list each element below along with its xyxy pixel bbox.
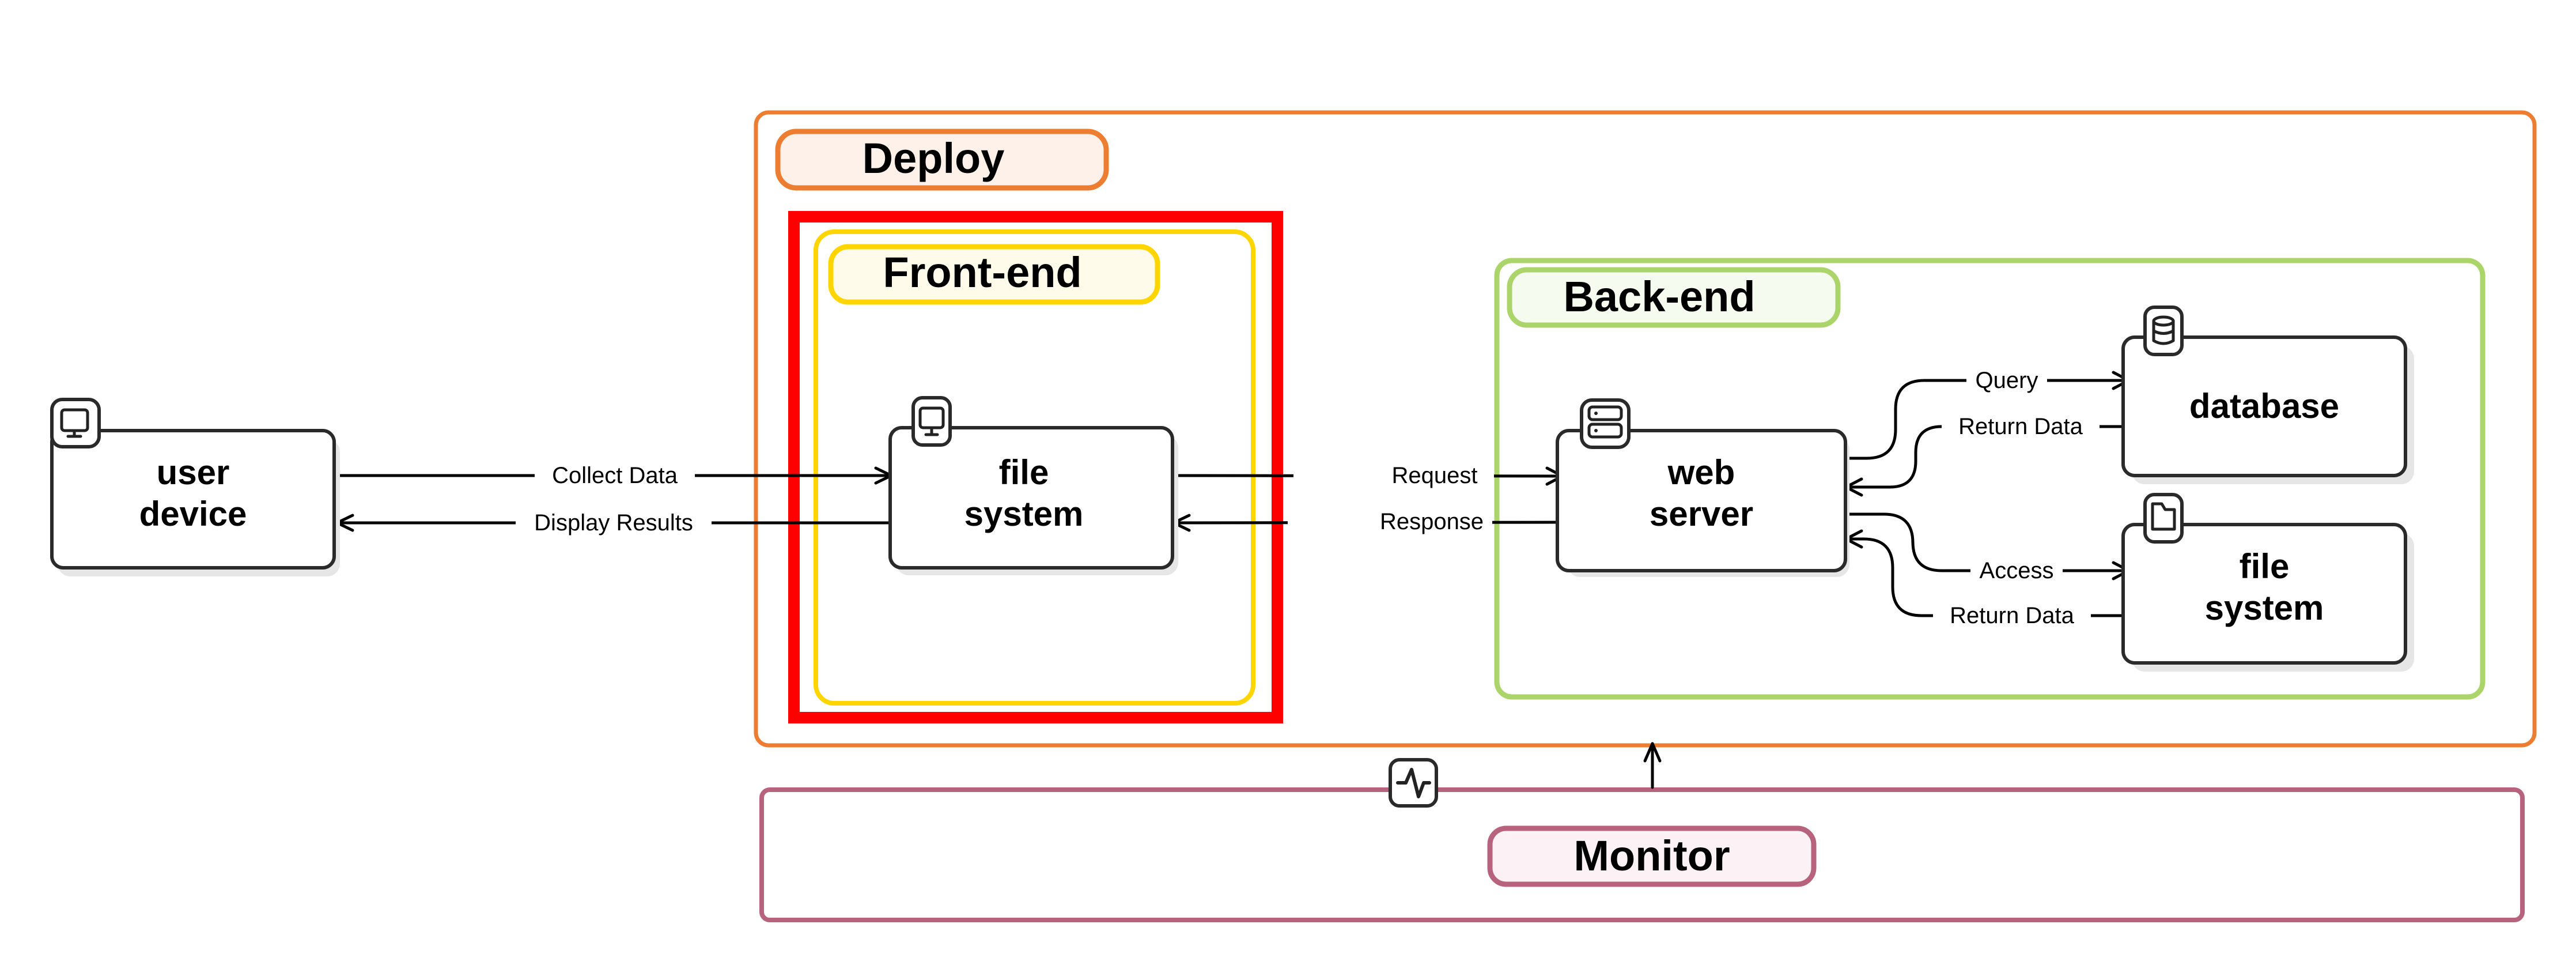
edge-monitor-to-deploy[interactable] <box>1643 742 1662 789</box>
edge-label-collect-data: Collect Data <box>552 463 678 488</box>
monitor-title: Monitor <box>1573 832 1730 880</box>
edge-display-results[interactable]: Display Results <box>335 508 892 536</box>
edge-label-response: Response <box>1380 509 1484 534</box>
node-user-device-label-2: device <box>139 495 247 533</box>
edge-label-query: Query <box>1976 368 2038 393</box>
architecture-diagram: Monitor Deploy Front-end Back-end Collec… <box>50 110 2537 922</box>
monitor-group[interactable]: Monitor <box>759 758 2525 922</box>
node-web-server-label: web <box>1667 453 1735 492</box>
node-web-server[interactable]: web server <box>1556 398 1849 577</box>
node-backend-file-system-label-2: system <box>2205 589 2324 627</box>
edge-response[interactable]: Response <box>1172 508 1564 538</box>
edge-db-return-data[interactable]: Return Data <box>1844 413 2131 497</box>
backend-title: Back-end <box>1563 273 1755 320</box>
node-database-label: database <box>2189 387 2339 425</box>
monitor-icon <box>911 396 952 447</box>
activity-icon <box>1389 758 1438 808</box>
deploy-title: Deploy <box>863 134 1005 182</box>
folder-icon <box>2143 493 2184 544</box>
edge-label-db-return-data: Return Data <box>1958 414 2083 439</box>
node-backend-file-system[interactable]: file system <box>2121 493 2414 672</box>
node-database[interactable]: database <box>2121 306 2414 484</box>
edge-collect-data[interactable]: Collect Data <box>335 461 893 489</box>
edge-label-fs-return-data: Return Data <box>1950 603 2074 628</box>
edge-request[interactable]: Request <box>1172 461 1564 489</box>
edge-label-request: Request <box>1392 463 1478 488</box>
server-icon <box>1580 398 1631 449</box>
database-icon <box>2143 306 2184 356</box>
monitor-icon <box>50 398 101 448</box>
node-user-device[interactable]: user device <box>50 398 340 576</box>
node-backend-file-system-label: file <box>2240 547 2290 586</box>
node-frontend-file-system-label: file <box>999 453 1049 492</box>
edge-query[interactable]: Query <box>1844 367 2131 460</box>
node-user-device-label: user <box>157 453 230 492</box>
edge-label-access: Access <box>1980 558 2054 583</box>
node-frontend-file-system[interactable]: file system <box>888 396 1178 575</box>
edge-label-display-results: Display Results <box>534 510 693 536</box>
node-frontend-file-system-label-2: system <box>964 495 1084 533</box>
node-web-server-label-2: server <box>1650 495 1753 533</box>
frontend-title: Front-end <box>883 248 1081 296</box>
